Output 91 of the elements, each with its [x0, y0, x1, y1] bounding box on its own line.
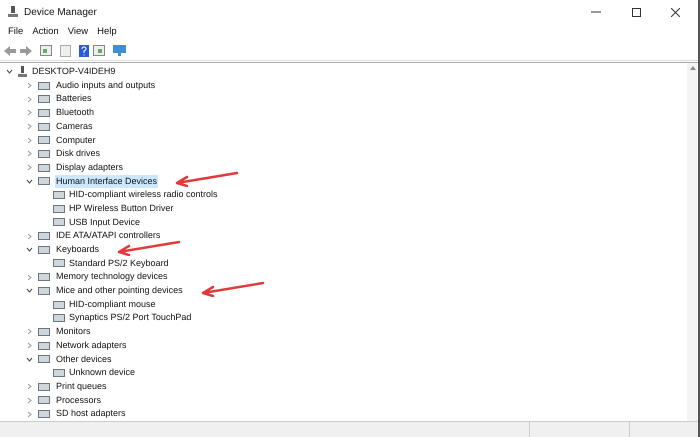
chevron-right-icon[interactable]	[26, 123, 33, 130]
device-icon	[38, 162, 50, 173]
tree-item[interactable]: HID-compliant mouse	[69, 298, 156, 312]
chevron-right-icon[interactable]	[26, 232, 33, 240]
scrollbar[interactable]	[687, 63, 698, 421]
close-icon[interactable]	[671, 8, 680, 16]
chevron-right-icon[interactable]	[26, 136, 33, 144]
chevron-right-icon[interactable]	[26, 383, 33, 390]
chevron-right-icon[interactable]	[26, 109, 33, 116]
chevron-right-icon[interactable]	[26, 96, 33, 103]
menu-item[interactable]: Help	[93, 25, 121, 40]
annotation-arrow	[117, 240, 182, 256]
tree-item[interactable]: Memory technology devices	[55, 270, 169, 284]
chevron-down-icon[interactable]	[26, 246, 33, 254]
device-icon	[38, 395, 50, 406]
menu-item[interactable]: Action	[28, 25, 63, 40]
tree-item[interactable]: Other devices	[55, 352, 113, 366]
device-icon	[53, 258, 65, 268]
tree-item[interactable]: Display adapters	[55, 160, 124, 174]
tree-item[interactable]: IDE ATA/ATAPI controllers	[55, 229, 162, 243]
tree-item[interactable]: Processors	[55, 394, 102, 408]
chevron-down-icon[interactable]	[26, 287, 33, 294]
device-icon	[53, 300, 65, 310]
window-title: Device Manager	[24, 6, 97, 20]
update-icon[interactable]	[60, 44, 71, 56]
menu-item[interactable]: File	[4, 25, 28, 40]
tree-item[interactable]: DESKTOP-V4IDEH9	[32, 65, 116, 79]
chevron-right-icon[interactable]	[26, 82, 33, 90]
properties-icon[interactable]	[40, 45, 52, 56]
scroll-up-icon[interactable]	[690, 66, 696, 70]
chevron-right-icon[interactable]	[26, 164, 33, 172]
chevron-right-icon[interactable]	[26, 396, 33, 404]
device-icon	[38, 108, 50, 118]
device-icon	[53, 217, 65, 228]
maximize-icon[interactable]	[632, 8, 641, 16]
device-icon	[38, 135, 50, 146]
device-icon	[38, 231, 50, 242]
forward-icon[interactable]	[20, 46, 32, 56]
device-icon	[38, 326, 50, 337]
tree-item[interactable]: Standard PS/2 Keyboard	[69, 256, 169, 270]
tree-item[interactable]: USB Input Device	[69, 216, 140, 230]
annotation-arrow	[175, 171, 240, 188]
tree-item[interactable]: Keyboards	[55, 243, 100, 257]
chevron-right-icon[interactable]	[26, 328, 33, 336]
menu-item[interactable]: View	[64, 25, 92, 40]
device-icon	[38, 286, 50, 296]
device-icon	[53, 368, 65, 378]
chevron-right-icon[interactable]	[26, 274, 33, 281]
device-icon	[53, 204, 65, 214]
monitor-icon[interactable]	[113, 44, 126, 56]
tree-item[interactable]: Human Interface Devices	[55, 174, 158, 188]
chevron-down-icon[interactable]	[26, 178, 33, 185]
tree-item[interactable]: SD host adapters	[55, 407, 127, 421]
chevron-down-icon[interactable]	[26, 356, 33, 363]
tree-item[interactable]: Network adapters	[55, 338, 128, 352]
tree-item[interactable]: Mice and other pointing devices	[55, 284, 184, 298]
device-icon	[53, 313, 65, 324]
tree-item[interactable]: Monitors	[55, 325, 92, 339]
device-icon	[38, 409, 50, 420]
tree-item[interactable]: Unknown device	[69, 366, 136, 380]
chevron-right-icon[interactable]	[26, 342, 33, 350]
chevron-right-icon[interactable]	[26, 150, 33, 158]
device-icon	[38, 122, 50, 132]
tree-item[interactable]: Batteries	[55, 92, 93, 106]
tree-item[interactable]: Print queues	[55, 380, 108, 394]
tree-item[interactable]: HP Wireless Button Driver	[69, 202, 174, 216]
back-icon[interactable]	[4, 46, 16, 56]
view-icon[interactable]	[93, 45, 105, 56]
device-icon	[38, 176, 50, 186]
tree-item[interactable]: Bluetooth	[55, 106, 96, 120]
device-icon	[38, 272, 50, 282]
device-icon	[38, 148, 50, 159]
device-icon	[38, 80, 50, 91]
help-icon[interactable]	[79, 44, 89, 56]
tree-item[interactable]: Disk drives	[55, 147, 102, 161]
chevron-down-icon[interactable]	[6, 68, 13, 76]
chevron-right-icon[interactable]	[26, 410, 33, 418]
tree-item[interactable]: Audio inputs and outputs	[55, 78, 156, 92]
device-icon	[53, 190, 65, 200]
device-icon	[38, 382, 50, 392]
computer-icon	[8, 6, 18, 18]
tree-item[interactable]: Computer	[55, 134, 97, 148]
tree-item[interactable]: Synaptics PS/2 Port TouchPad	[69, 311, 192, 325]
device-icon	[38, 340, 50, 351]
tree-item[interactable]: Cameras	[55, 120, 94, 134]
device-icon	[38, 94, 50, 104]
tree-item[interactable]: HID-compliant wireless radio controls	[69, 188, 218, 202]
device-icon	[38, 244, 50, 255]
computer-icon	[18, 66, 27, 78]
annotation-arrow	[200, 280, 265, 297]
device-icon	[38, 354, 50, 364]
